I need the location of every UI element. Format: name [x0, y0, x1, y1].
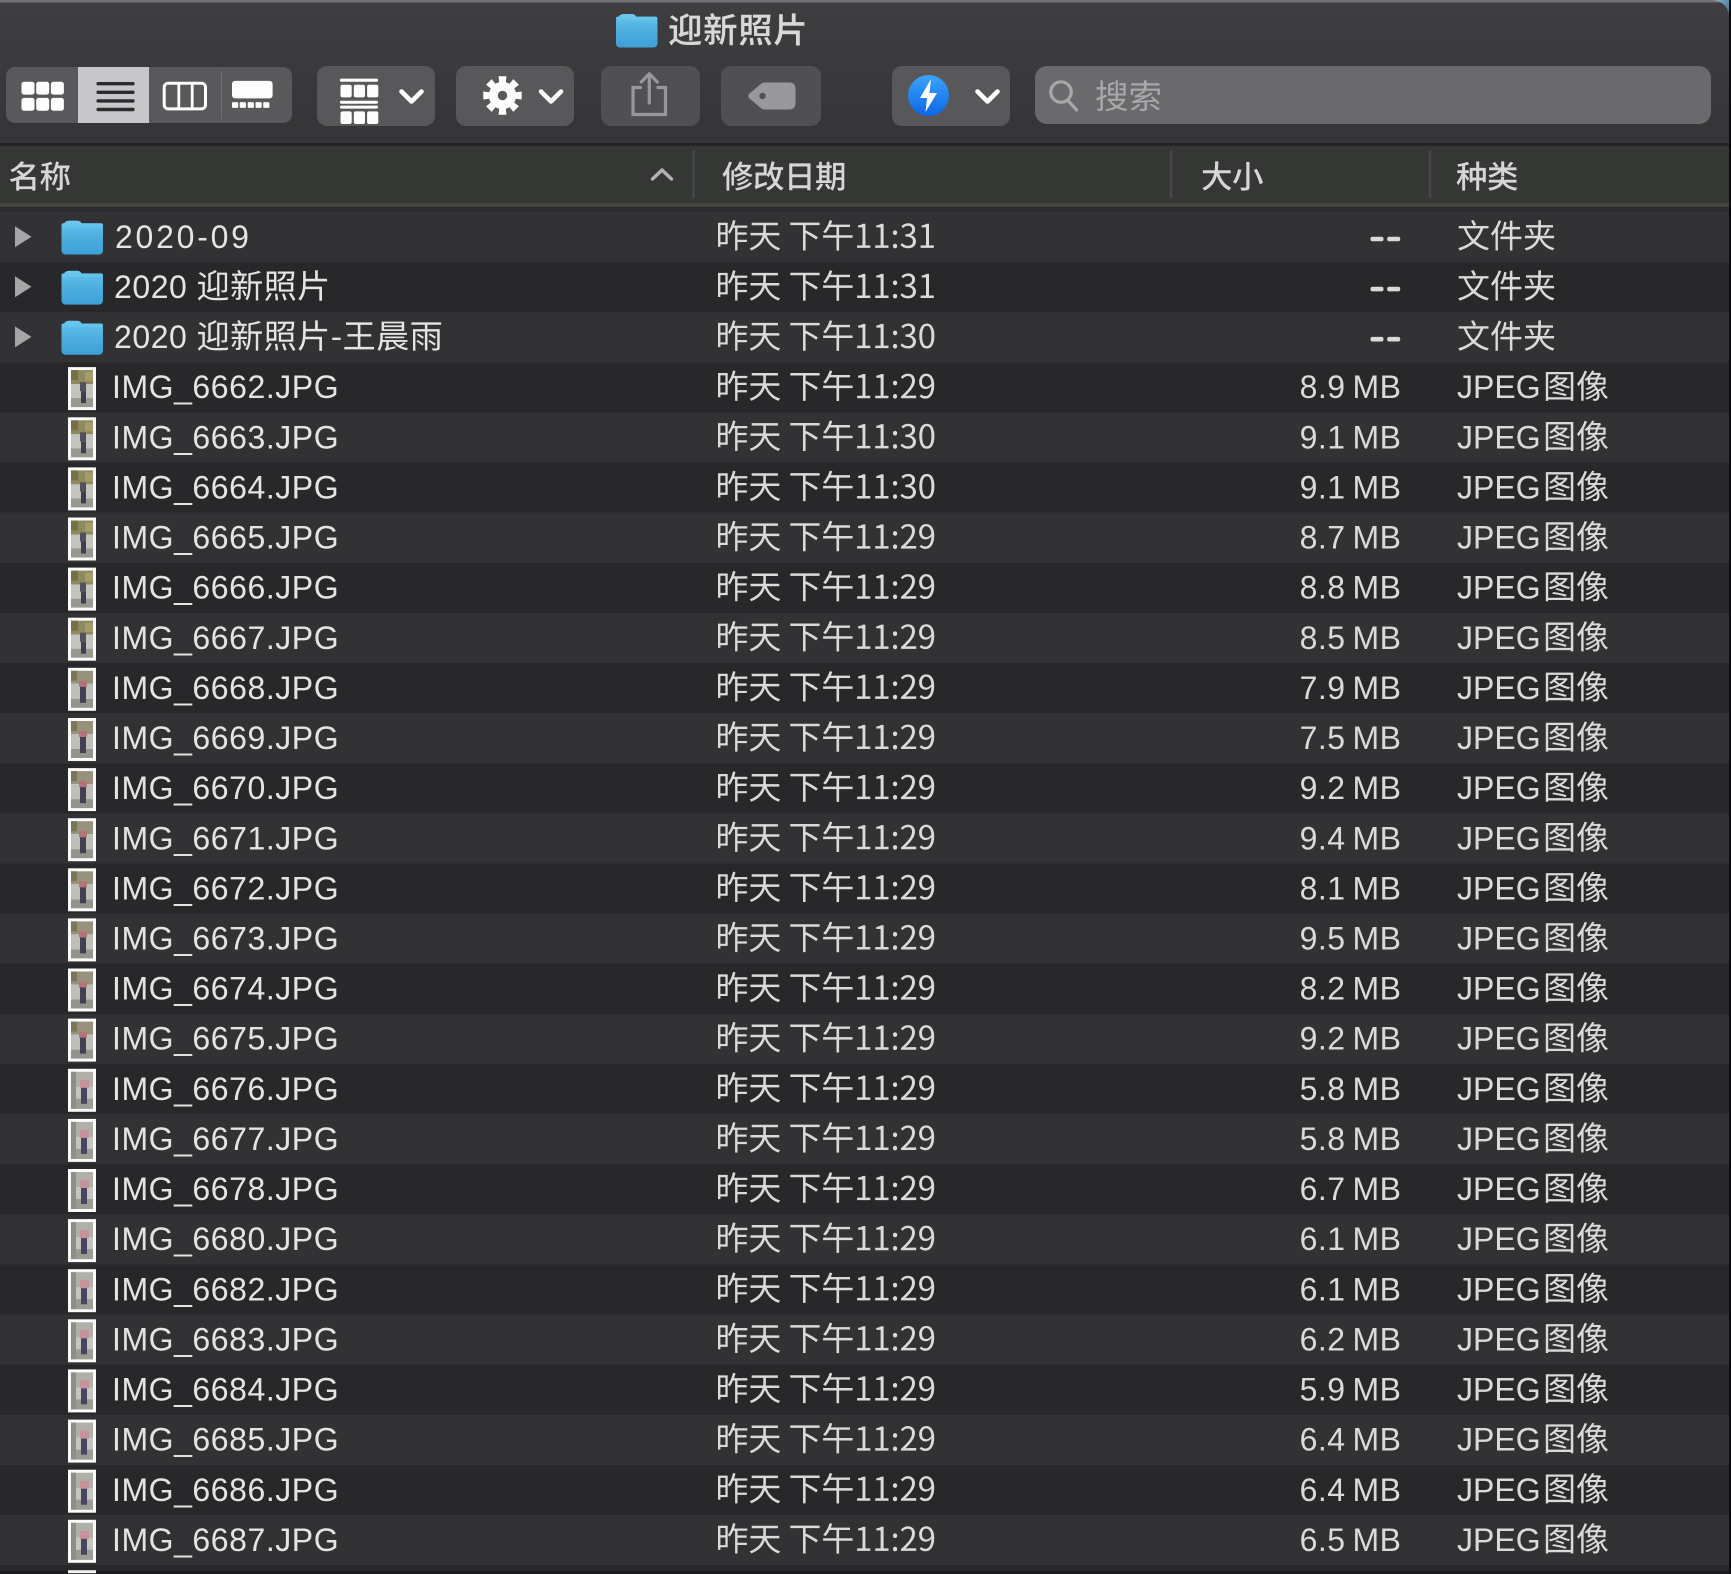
svg-text:8.9 MB: 8.9 MB [1300, 369, 1402, 405]
svg-text:IMG_6677.JPG: IMG_6677.JPG [112, 1121, 339, 1157]
svg-text:JPEG: JPEG [1457, 1271, 1541, 1307]
svg-text:8.1 MB: 8.1 MB [1300, 870, 1402, 906]
svg-text:IMG_6678.JPG: IMG_6678.JPG [112, 1171, 339, 1207]
svg-text:6.5 MB: 6.5 MB [1300, 1522, 1402, 1558]
svg-text:8.8 MB: 8.8 MB [1300, 570, 1402, 606]
svg-text:JPEG: JPEG [1457, 1221, 1541, 1257]
svg-text:JPEG: JPEG [1457, 670, 1541, 706]
svg-text:IMG_6686.JPG: IMG_6686.JPG [112, 1472, 339, 1508]
svg-text:5.8 MB: 5.8 MB [1300, 1121, 1402, 1157]
svg-text:JPEG: JPEG [1457, 1372, 1541, 1408]
svg-text:IMG_6682.JPG: IMG_6682.JPG [112, 1271, 339, 1307]
svg-text:IMG_6685.JPG: IMG_6685.JPG [112, 1422, 339, 1458]
svg-text:9.5 MB: 9.5 MB [1300, 921, 1402, 957]
svg-text:8.7 MB: 8.7 MB [1300, 520, 1402, 556]
svg-text:IMG_6668.JPG: IMG_6668.JPG [112, 670, 339, 706]
svg-text:9.1 MB: 9.1 MB [1300, 419, 1402, 455]
svg-text:IMG_6664.JPG: IMG_6664.JPG [112, 469, 339, 505]
svg-text:7.9 MB: 7.9 MB [1300, 670, 1402, 706]
svg-text:IMG_6675.JPG: IMG_6675.JPG [112, 1021, 339, 1057]
svg-text:5.9 MB: 5.9 MB [1300, 1372, 1402, 1408]
svg-text:JPEG: JPEG [1457, 1422, 1541, 1458]
svg-text:8.2 MB: 8.2 MB [1300, 971, 1402, 1007]
svg-text:5.8 MB: 5.8 MB [1300, 1071, 1402, 1107]
svg-text:JPEG: JPEG [1457, 770, 1541, 806]
svg-text:9.1 MB: 9.1 MB [1300, 469, 1402, 505]
svg-text:IMG_6683.JPG: IMG_6683.JPG [112, 1321, 339, 1357]
svg-text:JPEG: JPEG [1457, 469, 1541, 505]
svg-text:JPEG: JPEG [1457, 921, 1541, 957]
svg-text:IMG_6684.JPG: IMG_6684.JPG [112, 1372, 339, 1408]
svg-text:JPEG: JPEG [1457, 620, 1541, 656]
svg-text:IMG_6666.JPG: IMG_6666.JPG [112, 570, 339, 606]
svg-text:JPEG: JPEG [1457, 720, 1541, 756]
svg-text:9.2 MB: 9.2 MB [1300, 1021, 1402, 1057]
svg-text:IMG_6670.JPG: IMG_6670.JPG [112, 770, 339, 806]
svg-text:IMG_6663.JPG: IMG_6663.JPG [112, 419, 339, 455]
svg-text:JPEG: JPEG [1457, 1171, 1541, 1207]
svg-text:7.5 MB: 7.5 MB [1300, 720, 1402, 756]
svg-text:JPEG: JPEG [1457, 820, 1541, 856]
svg-text:IMG_6673.JPG: IMG_6673.JPG [112, 921, 339, 957]
svg-text:6.4 MB: 6.4 MB [1300, 1472, 1402, 1508]
svg-text:JPEG: JPEG [1457, 1472, 1541, 1508]
svg-text:8.5 MB: 8.5 MB [1300, 620, 1402, 656]
svg-text:JPEG: JPEG [1457, 1121, 1541, 1157]
svg-text:6.1 MB: 6.1 MB [1300, 1221, 1402, 1257]
svg-text:IMG_6665.JPG: IMG_6665.JPG [112, 520, 339, 556]
svg-text:IMG_6672.JPG: IMG_6672.JPG [112, 870, 339, 906]
svg-text:IMG_6667.JPG: IMG_6667.JPG [112, 620, 339, 656]
svg-text:IMG_6662.JPG: IMG_6662.JPG [112, 369, 339, 405]
svg-text:JPEG: JPEG [1457, 520, 1541, 556]
svg-text:IMG_6674.JPG: IMG_6674.JPG [112, 971, 339, 1007]
svg-text:JPEG: JPEG [1457, 1071, 1541, 1107]
svg-text:IMG_6671.JPG: IMG_6671.JPG [112, 820, 339, 856]
svg-text:2020: 2020 [114, 269, 187, 305]
svg-text:9.2 MB: 9.2 MB [1300, 770, 1402, 806]
svg-text:6.4 MB: 6.4 MB [1300, 1422, 1402, 1458]
svg-text:6.1 MB: 6.1 MB [1300, 1271, 1402, 1307]
svg-text:2020-09: 2020-09 [115, 219, 252, 255]
svg-text:6.7 MB: 6.7 MB [1300, 1171, 1402, 1207]
svg-text:JPEG: JPEG [1457, 1021, 1541, 1057]
svg-text:9.4 MB: 9.4 MB [1300, 820, 1402, 856]
svg-text:JPEG: JPEG [1457, 1522, 1541, 1558]
svg-text:JPEG: JPEG [1457, 419, 1541, 455]
svg-text:IMG_6680.JPG: IMG_6680.JPG [112, 1221, 339, 1257]
svg-text:JPEG: JPEG [1457, 369, 1541, 405]
svg-text:IMG_6669.JPG: IMG_6669.JPG [112, 720, 339, 756]
svg-text:6.2 MB: 6.2 MB [1300, 1321, 1402, 1357]
svg-text:IMG_6676.JPG: IMG_6676.JPG [112, 1071, 339, 1107]
svg-text:2020: 2020 [114, 319, 187, 355]
svg-text:JPEG: JPEG [1457, 1321, 1541, 1357]
svg-text:IMG_6687.JPG: IMG_6687.JPG [112, 1522, 339, 1558]
svg-text:JPEG: JPEG [1457, 570, 1541, 606]
svg-text:JPEG: JPEG [1457, 971, 1541, 1007]
svg-text:JPEG: JPEG [1457, 870, 1541, 906]
